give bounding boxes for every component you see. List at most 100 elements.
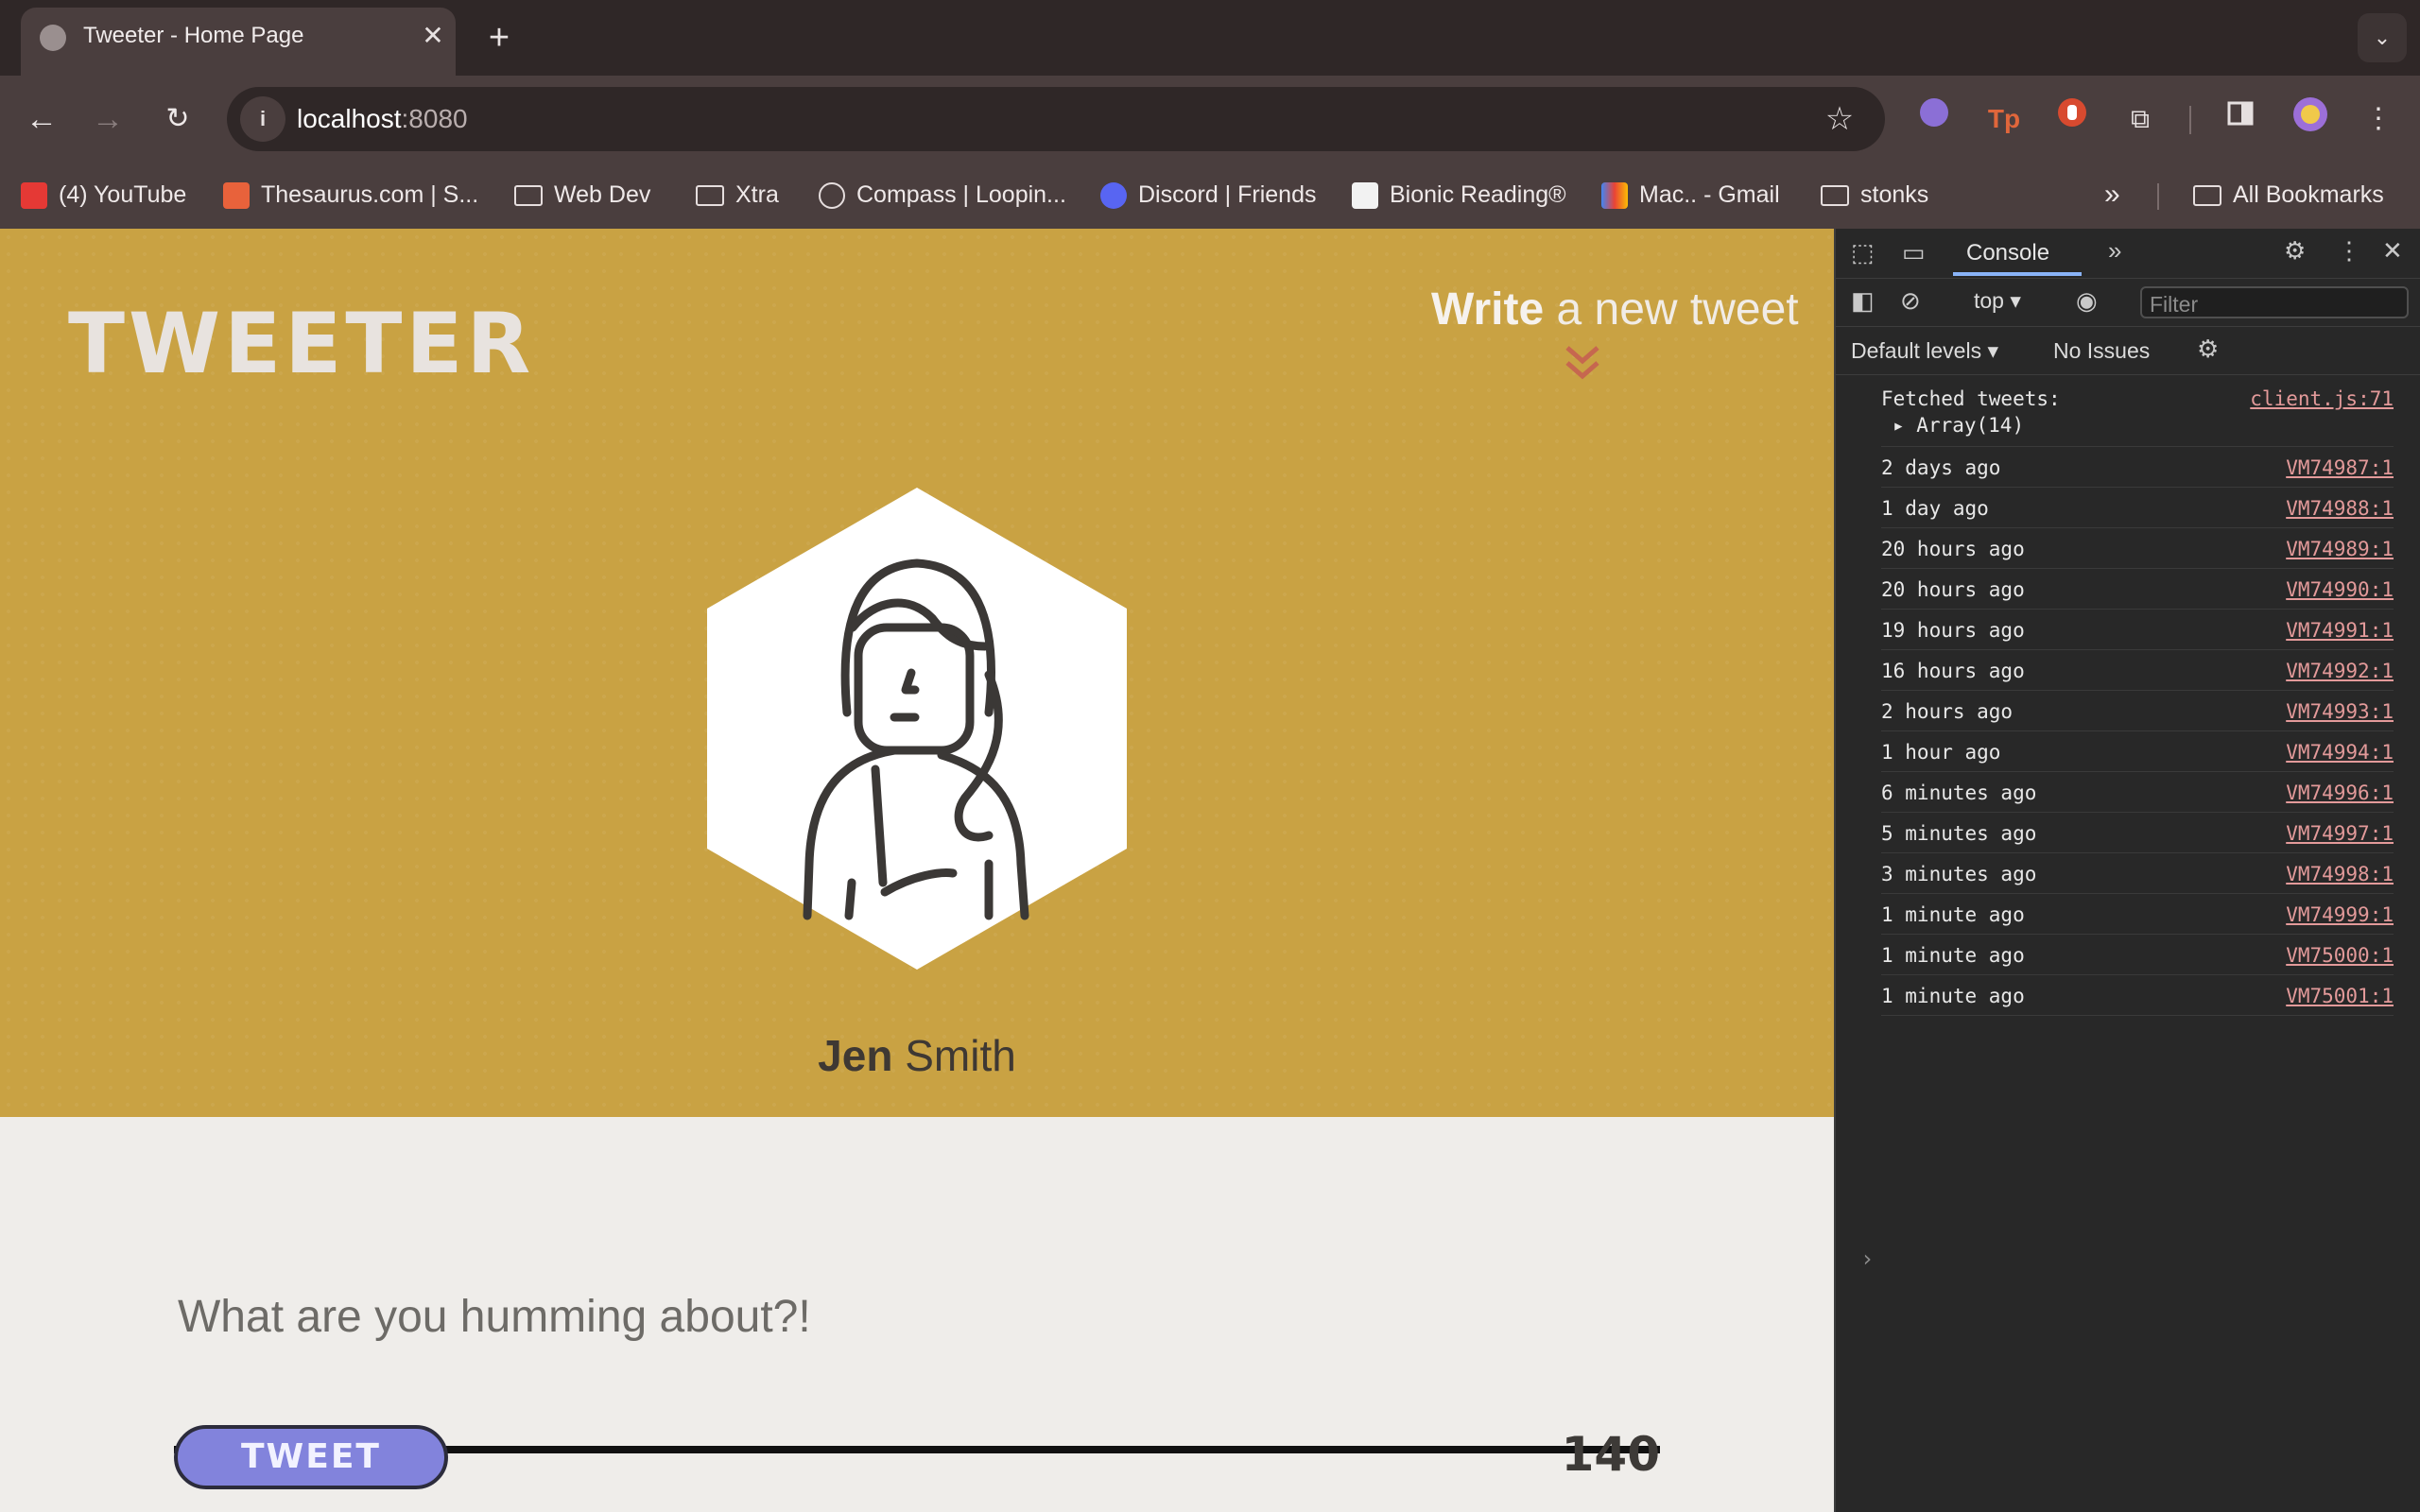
- back-button[interactable]: ←: [19, 96, 64, 142]
- sidebar-toggle-icon[interactable]: ◧: [1851, 286, 1875, 316]
- side-panel-icon[interactable]: [2218, 96, 2263, 142]
- console-settings-gear-icon[interactable]: ⚙: [2197, 335, 2219, 364]
- log-source-link[interactable]: VM74998:1: [2286, 863, 2394, 885]
- log-source-link[interactable]: VM74996:1: [2286, 782, 2394, 804]
- bookmark-folder-stonks[interactable]: stonks: [1821, 176, 1928, 214]
- console-log-row: 1 hour ago VM74994:1: [1881, 731, 2394, 772]
- profile-avatar[interactable]: [2288, 96, 2333, 142]
- console-log-row: 19 hours ago VM74991:1: [1881, 610, 2394, 650]
- log-message: 2 days ago: [1881, 456, 2001, 479]
- folder-icon: [696, 185, 724, 207]
- tweet-button[interactable]: TWEET: [174, 1425, 448, 1489]
- reload-button[interactable]: ↻: [155, 96, 200, 142]
- all-bookmarks-button[interactable]: All Bookmarks: [2193, 176, 2384, 214]
- tab-search-button[interactable]: ⌄: [2358, 13, 2407, 62]
- console-log-row: 2 days ago VM74987:1: [1881, 447, 2394, 488]
- browser-menu-icon[interactable]: ⋮: [2356, 96, 2401, 142]
- log-source-link[interactable]: VM75001:1: [2286, 985, 2394, 1007]
- live-expression-eye-icon[interactable]: ◉: [2076, 286, 2098, 316]
- thesaurus-icon: [223, 182, 250, 210]
- log-source-link[interactable]: VM74994:1: [2286, 741, 2394, 764]
- extension-hand-icon[interactable]: [2049, 96, 2095, 142]
- device-toolbar-icon[interactable]: ▭: [1902, 238, 1926, 267]
- console-log-row: 3 minutes ago VM74998:1: [1881, 853, 2394, 894]
- bookmark-compass[interactable]: Compass | Loopin...: [819, 176, 1066, 214]
- browser-toolbar: ← → ↻ i localhost:8080 ☆ Tp ⧉ ⋮: [0, 76, 2420, 163]
- brand-logo[interactable]: TWEETER: [68, 295, 534, 392]
- toolbar-divider: [2189, 106, 2191, 134]
- bookmark-folder-web-dev[interactable]: Web Dev: [514, 176, 650, 214]
- folder-icon: [1821, 185, 1849, 207]
- bookmark-discord[interactable]: Discord | Friends: [1100, 176, 1317, 214]
- log-source-link[interactable]: VM74987:1: [2286, 456, 2394, 479]
- close-tab-icon[interactable]: ✕: [416, 19, 450, 53]
- inspect-element-icon[interactable]: ⬚: [1851, 238, 1875, 267]
- log-levels-dropdown[interactable]: Default levels ▾: [1851, 338, 1998, 364]
- forward-button[interactable]: →: [85, 96, 130, 142]
- context-select[interactable]: top ▾: [1974, 288, 2021, 314]
- console-log-row: 2 hours ago VM74993:1: [1881, 691, 2394, 731]
- expand-array-toggle[interactable]: ▸ Array(14): [1893, 414, 2024, 437]
- log-message: 1 day ago: [1881, 497, 1989, 520]
- site-info-icon[interactable]: i: [240, 96, 285, 142]
- address-bar[interactable]: i localhost:8080 ☆: [227, 87, 1885, 151]
- log-source-link[interactable]: VM75000:1: [2286, 944, 2394, 967]
- log-message: 19 hours ago: [1881, 619, 2025, 642]
- log-source-link[interactable]: VM74992:1: [2286, 660, 2394, 682]
- log-message: 6 minutes ago: [1881, 782, 2037, 804]
- console-log-row: 1 minute ago VM75001:1: [1881, 975, 2394, 1016]
- log-source-link[interactable]: VM74988:1: [2286, 497, 2394, 520]
- more-tabs-chevron-icon[interactable]: »: [2108, 236, 2121, 266]
- console-log-row: 5 minutes ago VM74997:1: [1881, 813, 2394, 853]
- bookmark-thesaurus[interactable]: Thesaurus.com | S...: [223, 176, 478, 214]
- bookmark-youtube[interactable]: (4) YouTube: [21, 176, 186, 214]
- console-log-row: Fetched tweets: client.js:71 ▸ Array(14): [1881, 378, 2394, 447]
- log-message: 1 hour ago: [1881, 741, 2001, 764]
- character-counter: 140: [1561, 1427, 1660, 1482]
- log-message: 1 minute ago: [1881, 944, 2025, 967]
- log-message: 1 minute ago: [1881, 985, 2025, 1007]
- triangle-right-icon: ▸: [1893, 414, 1917, 437]
- close-devtools-icon[interactable]: ✕: [2382, 236, 2403, 266]
- bookmark-gmail[interactable]: Mac.. - Gmail: [1601, 176, 1780, 214]
- console-log-row: 20 hours ago VM74989:1: [1881, 528, 2394, 569]
- log-message: 2 hours ago: [1881, 700, 2014, 723]
- bookmark-star-icon[interactable]: ☆: [1819, 98, 1860, 140]
- extension-compass-icon[interactable]: [1911, 96, 1957, 142]
- filter-input[interactable]: Filter: [2140, 286, 2409, 318]
- more-bookmarks-chevron-icon[interactable]: »: [2104, 176, 2120, 214]
- extension-thesaurus-icon[interactable]: Tp: [1981, 96, 2027, 142]
- issues-indicator[interactable]: No Issues: [2053, 338, 2150, 364]
- extensions-puzzle-icon[interactable]: ⧉: [2118, 96, 2163, 142]
- log-source-link[interactable]: VM74991:1: [2286, 619, 2394, 642]
- profile-header: TWEETER Write a new tweet Jen Smith: [0, 229, 1834, 1117]
- tab-console[interactable]: Console: [1966, 240, 2049, 266]
- bookmark-bionic-reading[interactable]: Bionic Reading®: [1352, 176, 1566, 214]
- log-source-link[interactable]: VM74993:1: [2286, 700, 2394, 723]
- console-levels-bar: Default levels ▾ No Issues ⚙: [1836, 327, 2420, 375]
- bookmark-folder-xtra[interactable]: Xtra: [696, 176, 779, 214]
- log-source-link[interactable]: VM74999:1: [2286, 903, 2394, 926]
- log-source-link[interactable]: VM74990:1: [2286, 578, 2394, 601]
- folder-icon: [2193, 185, 2221, 207]
- tweet-textarea-placeholder: What are you humming about?!: [178, 1292, 811, 1342]
- settings-gear-icon[interactable]: ⚙: [2284, 236, 2306, 266]
- console-prompt-chevron-icon[interactable]: ›: [1860, 1246, 1874, 1272]
- devtools-tab-bar: ⬚ ▭ Console » ⚙ ⋮ ✕: [1836, 229, 2420, 279]
- write-new-tweet-link[interactable]: Write a new tweet: [1431, 284, 1799, 335]
- log-message: Fetched tweets:: [1881, 387, 2061, 410]
- browser-tab[interactable]: Tweeter - Home Page ✕: [21, 8, 456, 76]
- double-chevron-down-icon[interactable]: [1560, 340, 1605, 386]
- log-message: 5 minutes ago: [1881, 822, 2037, 845]
- discord-icon: [1100, 182, 1127, 210]
- log-source-link[interactable]: VM74989:1: [2286, 538, 2394, 560]
- globe-icon: [40, 25, 66, 51]
- log-source-link[interactable]: VM74997:1: [2286, 822, 2394, 845]
- devtools-menu-icon[interactable]: ⋮: [2337, 236, 2361, 266]
- active-tab-indicator: [1953, 272, 2082, 276]
- console-log-row: 1 day ago VM74988:1: [1881, 488, 2394, 528]
- clear-console-icon[interactable]: ⊘: [1900, 286, 1921, 316]
- log-source-link[interactable]: client.js:71: [2250, 387, 2394, 410]
- folder-icon: [514, 185, 543, 207]
- new-tab-button[interactable]: +: [480, 19, 518, 57]
